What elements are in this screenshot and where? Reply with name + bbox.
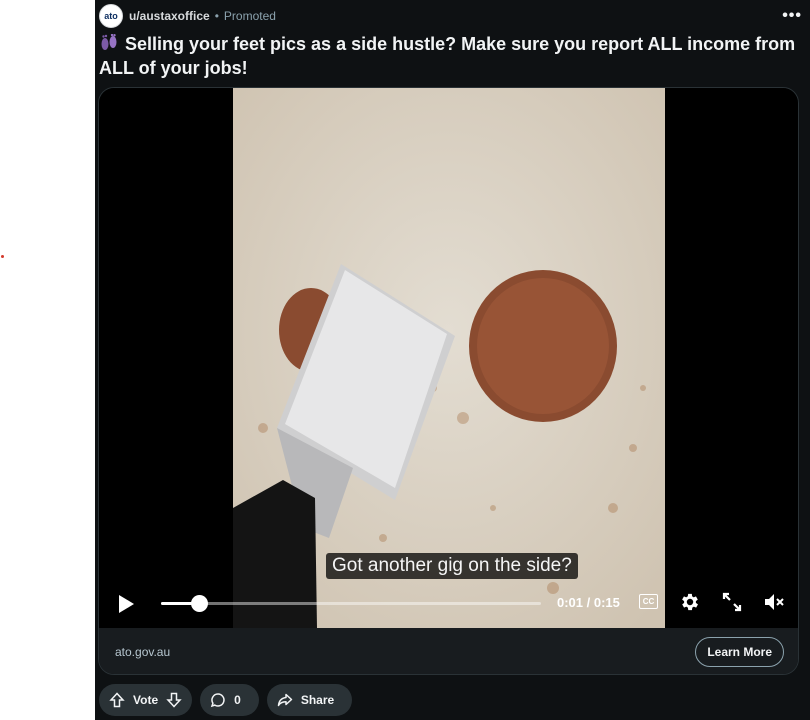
- upvote-arrow-icon[interactable]: [109, 692, 125, 708]
- share-arrow-icon: [277, 692, 293, 708]
- fullscreen-expand-icon[interactable]: [721, 591, 743, 613]
- more-options-button[interactable]: •••: [782, 8, 802, 24]
- vote-label: Vote: [133, 693, 159, 707]
- promoted-label: Promoted: [223, 9, 276, 23]
- progress-slider[interactable]: [161, 595, 541, 612]
- post-actions: Vote 0 Share: [99, 684, 353, 716]
- ad-domain-link[interactable]: ato.gov.au: [115, 645, 170, 659]
- advertiser-avatar[interactable]: ato: [99, 4, 123, 28]
- share-label: Share: [300, 693, 335, 707]
- ad-footer: ato.gov.au Learn More: [99, 628, 798, 674]
- promoted-post: ato u/austaxoffice • Promoted ••• Sellin…: [95, 0, 810, 720]
- post-title-text: Selling your feet pics as a side hustle?…: [99, 34, 796, 78]
- play-icon[interactable]: [115, 593, 137, 615]
- captions-icon[interactable]: CC: [639, 594, 658, 609]
- comment-count: 0: [234, 693, 241, 707]
- video-time: 0:01 / 0:15: [557, 595, 620, 610]
- header-separator: •: [214, 9, 219, 23]
- post-header: ato u/austaxoffice • Promoted •••: [99, 3, 802, 29]
- video-controls: 0:01 / 0:15 CC: [99, 583, 798, 623]
- vote-group: Vote: [99, 684, 193, 716]
- comments-button[interactable]: 0: [200, 684, 259, 716]
- progress-thumb[interactable]: [191, 595, 208, 612]
- advertiser-username[interactable]: u/austaxoffice: [129, 9, 210, 23]
- muted-speaker-icon[interactable]: [763, 591, 785, 613]
- stray-red-dot: [1, 255, 4, 258]
- footprints-emoji-icon: [99, 33, 119, 58]
- video-caption: Got another gig on the side?: [326, 553, 578, 579]
- learn-more-button[interactable]: Learn More: [695, 637, 784, 667]
- comment-bubble-icon: [210, 692, 226, 708]
- downvote-arrow-icon[interactable]: [166, 692, 182, 708]
- ad-media-card: Got another gig on the side? 0:01 / 0:15…: [98, 87, 799, 675]
- post-title[interactable]: Selling your feet pics as a side hustle?…: [99, 32, 799, 80]
- share-button[interactable]: Share: [266, 684, 353, 716]
- video-frame-image: [233, 88, 665, 628]
- video-player[interactable]: Got another gig on the side? 0:01 / 0:15…: [99, 88, 798, 628]
- settings-gear-icon[interactable]: [679, 591, 701, 613]
